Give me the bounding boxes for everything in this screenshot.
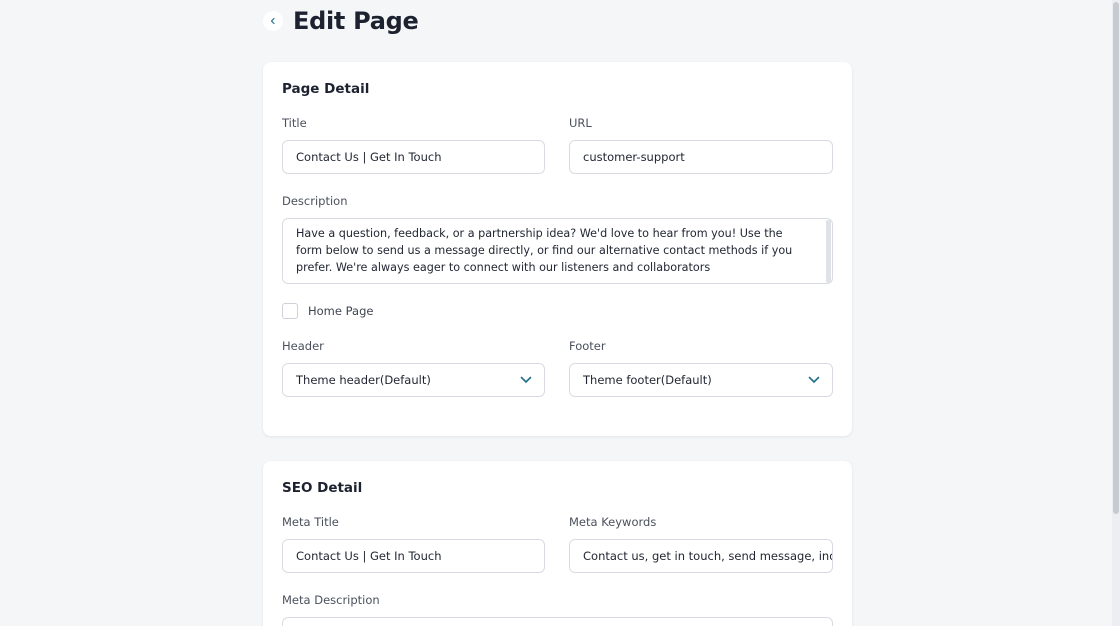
url-input[interactable]: customer-support — [569, 140, 833, 174]
page-header: Edit Page — [263, 6, 419, 36]
footer-select-value: Theme footer(Default) — [583, 373, 712, 387]
meta-description-textarea[interactable] — [282, 617, 833, 626]
meta-title-label: Meta Title — [282, 515, 339, 529]
home-page-label: Home Page — [308, 304, 374, 318]
chevron-down-icon — [808, 376, 820, 384]
page-title: Edit Page — [293, 7, 419, 35]
chevron-down-icon — [520, 376, 532, 384]
page-scrollbar[interactable] — [1112, 0, 1120, 626]
back-button[interactable] — [263, 11, 283, 31]
meta-description-label: Meta Description — [282, 593, 380, 607]
description-scrollbar[interactable] — [826, 220, 831, 283]
edit-page-screen: Edit Page Page Detail Title Contact Us |… — [0, 0, 1120, 626]
description-text: Have a question, feedback, or a partners… — [296, 227, 793, 275]
description-label: Description — [282, 194, 348, 208]
footer-select[interactable]: Theme footer(Default) — [569, 363, 833, 397]
seo-detail-heading: SEO Detail — [282, 480, 363, 496]
footer-label: Footer — [569, 339, 606, 353]
page-detail-heading: Page Detail — [282, 81, 370, 97]
title-input[interactable]: Contact Us | Get In Touch — [282, 140, 545, 174]
meta-keywords-label: Meta Keywords — [569, 515, 657, 529]
home-page-checkbox[interactable] — [282, 303, 298, 319]
page-detail-card: Page Detail Title Contact Us | Get In To… — [263, 62, 852, 436]
title-label: Title — [282, 116, 307, 130]
header-select-value: Theme header(Default) — [296, 373, 431, 387]
header-select[interactable]: Theme header(Default) — [282, 363, 545, 397]
seo-detail-card: SEO Detail Meta Title Contact Us | Get I… — [263, 461, 852, 626]
meta-keywords-input[interactable]: Contact us, get in touch, send message, … — [569, 539, 833, 573]
url-label: URL — [569, 116, 592, 130]
page-scrollbar-thumb[interactable] — [1113, 2, 1119, 514]
header-label: Header — [282, 339, 324, 353]
description-textarea[interactable]: Have a question, feedback, or a partners… — [282, 218, 833, 284]
meta-title-input[interactable]: Contact Us | Get In Touch — [282, 539, 545, 573]
chevron-left-icon — [270, 17, 275, 25]
